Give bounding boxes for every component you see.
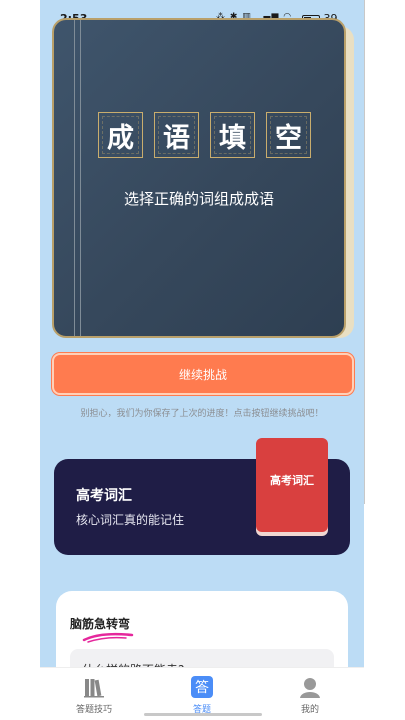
nav-tab-mine[interactable]: 我的: [256, 668, 364, 720]
nav-tab-tips[interactable]: 答题技巧: [40, 668, 148, 720]
book-spine-line: [80, 20, 81, 336]
red-book-icon[interactable]: 高考词汇: [256, 438, 328, 532]
continue-challenge-button[interactable]: 继续挑战: [52, 353, 354, 395]
red-book-label: 高考词汇: [270, 474, 314, 487]
vocab-card-subtitle: 核心词汇真的能记住: [76, 513, 185, 527]
title-char: 填: [210, 112, 255, 158]
progress-saved-hint: 别担心，我们为你保存了上次的进度！点击按钮继续挑战吧！: [80, 409, 324, 419]
book-subtitle: 选择正确的词组成成语: [123, 190, 274, 208]
idiom-fill-book-card[interactable]: 成 语 填 空 选择正确的词组成成语: [52, 18, 346, 338]
answer-icon-glyph: 答: [195, 679, 209, 696]
nav-label: 答题技巧: [75, 705, 112, 715]
book-spine-line: [74, 20, 75, 336]
title-char: 空: [266, 112, 311, 158]
books-icon: [84, 679, 104, 698]
book-title: 成 语 填 空: [98, 112, 312, 158]
teaser-card-title: 脑筋急转弯: [70, 617, 131, 631]
app-screen: 2:53 ⁂ ✱ ▥ ▂▄▆ ◠ 39 成 语 填 空 选择正确的词组成成语 继…: [40, 0, 364, 720]
home-indicator: [144, 713, 262, 716]
title-char: 语: [154, 112, 199, 158]
answer-icon: 答: [191, 676, 213, 698]
vocab-card-title: 高考词汇: [76, 488, 132, 504]
title-char: 成: [98, 112, 143, 158]
profile-icon: [300, 678, 320, 698]
underline-squiggle-icon: [82, 632, 134, 643]
nav-label: 我的: [300, 705, 319, 715]
